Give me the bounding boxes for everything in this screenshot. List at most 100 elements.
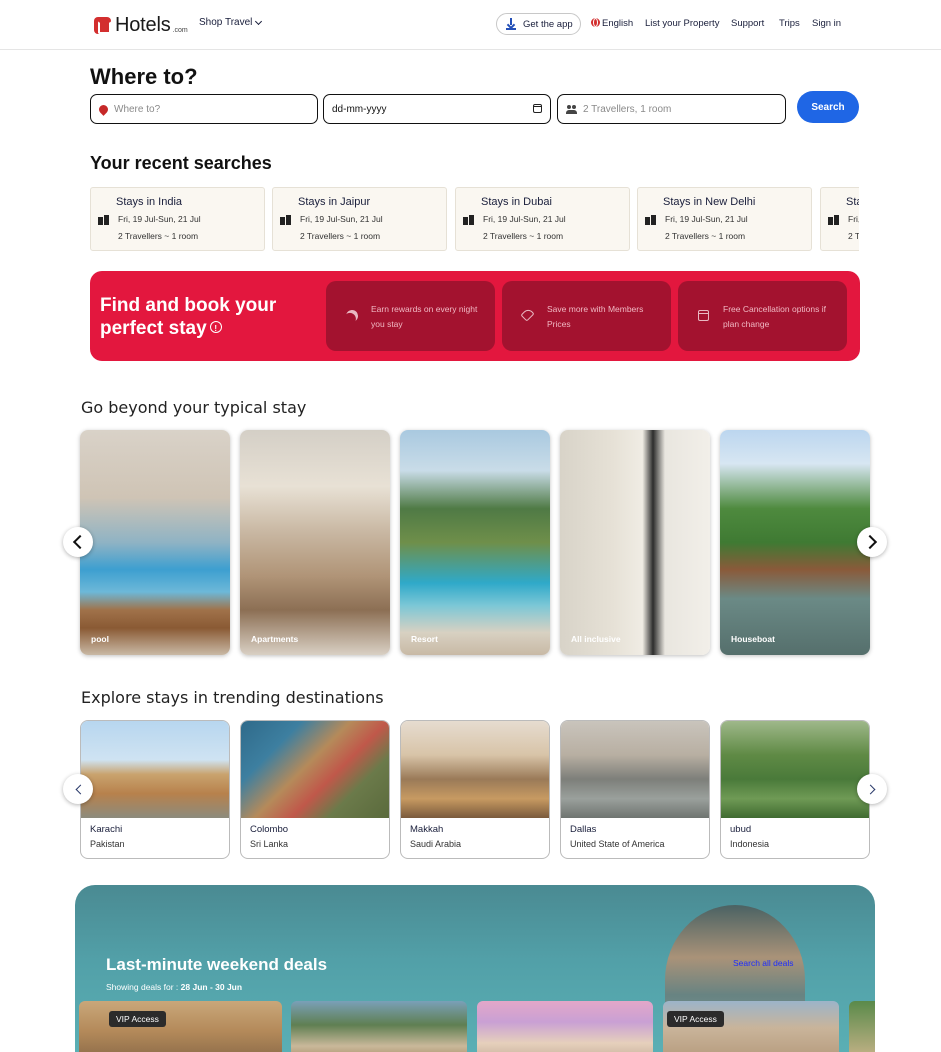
search-all-deals-link[interactable]: Search all deals: [733, 958, 793, 968]
recent-search-dates: Fri, 19 Jul-Sun, 21 Jul: [483, 214, 566, 224]
list-property-link[interactable]: List your Property: [645, 18, 719, 29]
stay-type-card[interactable]: All inclusive: [560, 430, 710, 655]
calendar-icon[interactable]: [533, 104, 542, 113]
date-placeholder: dd-mm-yyyy: [332, 103, 387, 115]
stay-type-card[interactable]: Houseboat: [720, 430, 870, 655]
vip-access-badge: VIP Access: [109, 1011, 166, 1027]
recent-search-guests: 2 Travellers ~ 1 room: [848, 231, 859, 241]
people-icon: [566, 104, 577, 114]
recent-search-dates: Fri, 19 Jul-Sun, 21 Jul: [300, 214, 383, 224]
deal-card[interactable]: VIP Access: [663, 1001, 839, 1052]
deal-card[interactable]: VIP Access: [79, 1001, 282, 1052]
destination-card[interactable]: Dallas United State of America: [560, 720, 710, 859]
benefit-free-cancellation: Free Cancellation options if plan change: [678, 281, 847, 351]
language-label: English: [602, 18, 634, 29]
recent-search-guests: 2 Travellers ~ 1 room: [665, 231, 746, 241]
recent-search-card[interactable]: Stays in Dubai Fri, 19 Jul-Sun, 21 Jul 2…: [455, 187, 630, 251]
hotels-logo-icon: [94, 17, 111, 34]
tag-icon: [520, 307, 535, 322]
recent-searches-carousel: Stays in India Fri, 19 Jul-Sun, 21 Jul 2…: [90, 187, 859, 251]
stay-type-card[interactable]: Resort: [400, 430, 550, 655]
stay-type-card[interactable]: Apartments: [240, 430, 390, 655]
destination-placeholder: Where to?: [114, 103, 161, 115]
language-selector[interactable]: English: [591, 18, 633, 29]
recent-search-dates: Fri, 19 Jul-Sun, 21 Jul: [665, 214, 748, 224]
recent-search-card[interactable]: Stays in India Fri, 19 Jul-Sun, 21 Jul 2…: [90, 187, 265, 251]
hotel-building-icon: [98, 215, 109, 225]
destination-image: [401, 721, 549, 818]
support-link[interactable]: Support: [731, 18, 764, 29]
hotel-building-icon: [463, 215, 474, 225]
hotel-building-icon: [280, 215, 291, 225]
travellers-value: 2 Travellers, 1 room: [583, 103, 672, 115]
shop-travel-label: Shop Travel: [199, 17, 253, 28]
logo-text: Hotels: [115, 14, 171, 36]
search-button[interactable]: Search: [797, 91, 859, 123]
deal-card[interactable]: [849, 1001, 875, 1052]
where-to-heading: Where to?: [90, 64, 198, 89]
logo-suffix: .com: [172, 26, 188, 34]
recent-search-title: Stays in Jaipur: [298, 196, 371, 208]
recent-search-title: Stays in: [846, 196, 859, 208]
destination-image: [561, 721, 709, 818]
sign-in-link[interactable]: Sign in: [812, 18, 841, 29]
deal-card[interactable]: [477, 1001, 653, 1052]
date-input[interactable]: dd-mm-yyyy: [323, 94, 551, 124]
recent-search-guests: 2 Travellers ~ 1 room: [483, 231, 564, 241]
calendar-icon: [698, 310, 709, 321]
hotels-logo[interactable]: Hotels .com: [94, 14, 188, 37]
carousel-prev-button[interactable]: [63, 527, 93, 557]
carousel-next-button[interactable]: [857, 527, 887, 557]
destination-card[interactable]: Karachi Pakistan: [80, 720, 230, 859]
destination-city: Colombo: [250, 824, 289, 835]
trending-heading: Explore stays in trending destinations: [81, 688, 384, 707]
recent-search-title: Stays in Dubai: [481, 196, 552, 208]
recent-search-guests: 2 Travellers ~ 1 room: [300, 231, 381, 241]
stay-types-heading: Go beyond your typical stay: [81, 398, 307, 417]
benefit-text: Free Cancellation options if plan change: [723, 304, 827, 329]
benefit-member-prices: Save more with Members Prices: [502, 281, 671, 351]
top-header: Hotels .com Shop Travel Get the app Engl…: [0, 0, 941, 50]
trips-link[interactable]: Trips: [779, 18, 800, 29]
destination-card[interactable]: Colombo Sri Lanka: [240, 720, 390, 859]
destination-card[interactable]: ubud Indonesia: [720, 720, 870, 859]
vip-access-badge: VIP Access: [667, 1011, 724, 1027]
destination-image: [81, 721, 229, 818]
benefit-text: Earn rewards on every night you stay: [371, 304, 478, 329]
destination-country: United State of America: [570, 839, 665, 849]
recent-searches-heading: Your recent searches: [90, 153, 272, 173]
destination-image: [241, 721, 389, 818]
destination-city: Makkah: [410, 824, 444, 835]
deal-card[interactable]: [291, 1001, 467, 1052]
deals-sub-prefix: Showing deals for :: [106, 982, 181, 992]
destination-image: [721, 721, 869, 818]
recent-search-card[interactable]: Stays in Fri, 19 Jul-Sun, 21 Jul 2 Trave…: [820, 187, 859, 251]
travellers-input[interactable]: 2 Travellers, 1 room: [557, 94, 786, 124]
destination-city: Karachi: [90, 824, 123, 835]
destination-input[interactable]: Where to?: [90, 94, 318, 124]
download-icon: [506, 18, 516, 30]
info-icon[interactable]: [209, 317, 222, 340]
chevron-down-icon: [255, 17, 263, 25]
deals-date-range: Showing deals for : 28 Jun - 30 Jun: [106, 982, 242, 992]
promo-title: Find and book your perfect stay: [100, 294, 300, 340]
stay-type-card[interactable]: pool: [80, 430, 230, 655]
promo-title-text: Find and book your perfect stay: [100, 295, 277, 339]
recent-search-card[interactable]: Stays in New Delhi Fri, 19 Jul-Sun, 21 J…: [637, 187, 812, 251]
trending-next-button[interactable]: [857, 774, 887, 804]
hotel-building-icon: [645, 215, 656, 225]
benefit-rewards: Earn rewards on every night you stay: [326, 281, 495, 351]
benefit-text: Save more with Members Prices: [547, 304, 644, 329]
stay-type-label: Apartments: [251, 634, 299, 644]
trending-prev-button[interactable]: [63, 774, 93, 804]
stay-type-label: Resort: [411, 634, 438, 644]
destination-country: Pakistan: [90, 839, 125, 849]
destination-city: ubud: [730, 824, 752, 835]
weekend-deals-section: Last-minute weekend deals Showing deals …: [75, 885, 875, 1052]
get-app-button[interactable]: Get the app: [496, 13, 581, 35]
stay-type-label: All inclusive: [571, 634, 621, 644]
destination-card[interactable]: Makkah Saudi Arabia: [400, 720, 550, 859]
recent-search-card[interactable]: Stays in Jaipur Fri, 19 Jul-Sun, 21 Jul …: [272, 187, 447, 251]
shop-travel-menu[interactable]: Shop Travel: [199, 17, 263, 28]
get-app-label: Get the app: [523, 18, 573, 30]
